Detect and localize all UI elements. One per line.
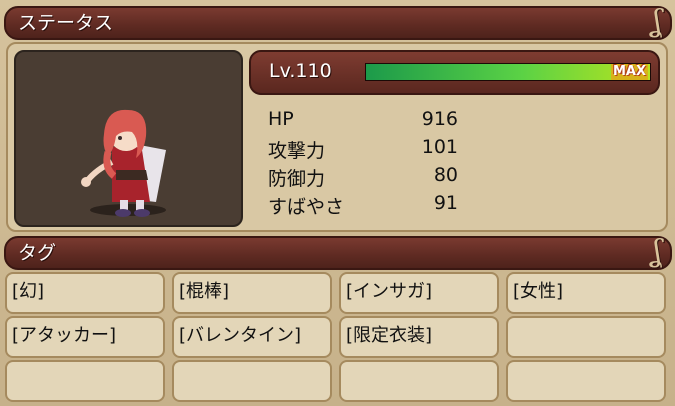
- status-title: ステータス: [18, 12, 114, 34]
- tag-cell: [339, 360, 499, 402]
- stat-row-attack: 攻撃力 101: [268, 136, 458, 164]
- tag-cell: [5, 360, 165, 402]
- tag-cell: [506, 360, 666, 402]
- tag-title: タグ: [18, 242, 57, 264]
- stat-row-speed: すばやさ 91: [268, 192, 458, 220]
- stat-row-hp: HP 916: [268, 108, 458, 136]
- stat-value: 80: [433, 164, 458, 186]
- character-portrait: [14, 50, 243, 227]
- level-bar: Lv.110 MAX: [249, 50, 660, 95]
- tag-cell: [506, 316, 666, 358]
- tag-cell: [限定衣装]: [339, 316, 499, 358]
- stat-name: 攻撃力: [268, 140, 326, 162]
- stat-value: 91: [433, 192, 458, 214]
- level-gauge: MAX: [365, 63, 651, 81]
- level-gauge-fill: [366, 64, 650, 80]
- tag-section-header: タグ ʆ: [4, 236, 672, 270]
- status-section-header: ステータス ʆ: [4, 6, 672, 40]
- stat-name: すばやさ: [268, 196, 345, 218]
- stat-row-defense: 防御力 80: [268, 164, 458, 192]
- level-label: Lv.110: [269, 60, 332, 82]
- stat-name: HP: [268, 108, 294, 130]
- tag-cell: [インサガ]: [339, 272, 499, 314]
- scroll-ornament-icon: ʆ: [652, 234, 662, 269]
- stat-value: 101: [421, 136, 458, 158]
- max-badge: MAX: [610, 64, 648, 80]
- stat-value: 916: [421, 108, 458, 130]
- scroll-ornament-icon: ʆ: [652, 4, 662, 39]
- tag-cell: [幻]: [5, 272, 165, 314]
- character-sprite-icon: [81, 109, 166, 217]
- tag-cell: [棍棒]: [172, 272, 332, 314]
- tag-cell: [アタッカー]: [5, 316, 165, 358]
- tag-cell: [女性]: [506, 272, 666, 314]
- stat-name: 防御力: [268, 168, 326, 190]
- tag-cell: [172, 360, 332, 402]
- tag-cell: [バレンタイン]: [172, 316, 332, 358]
